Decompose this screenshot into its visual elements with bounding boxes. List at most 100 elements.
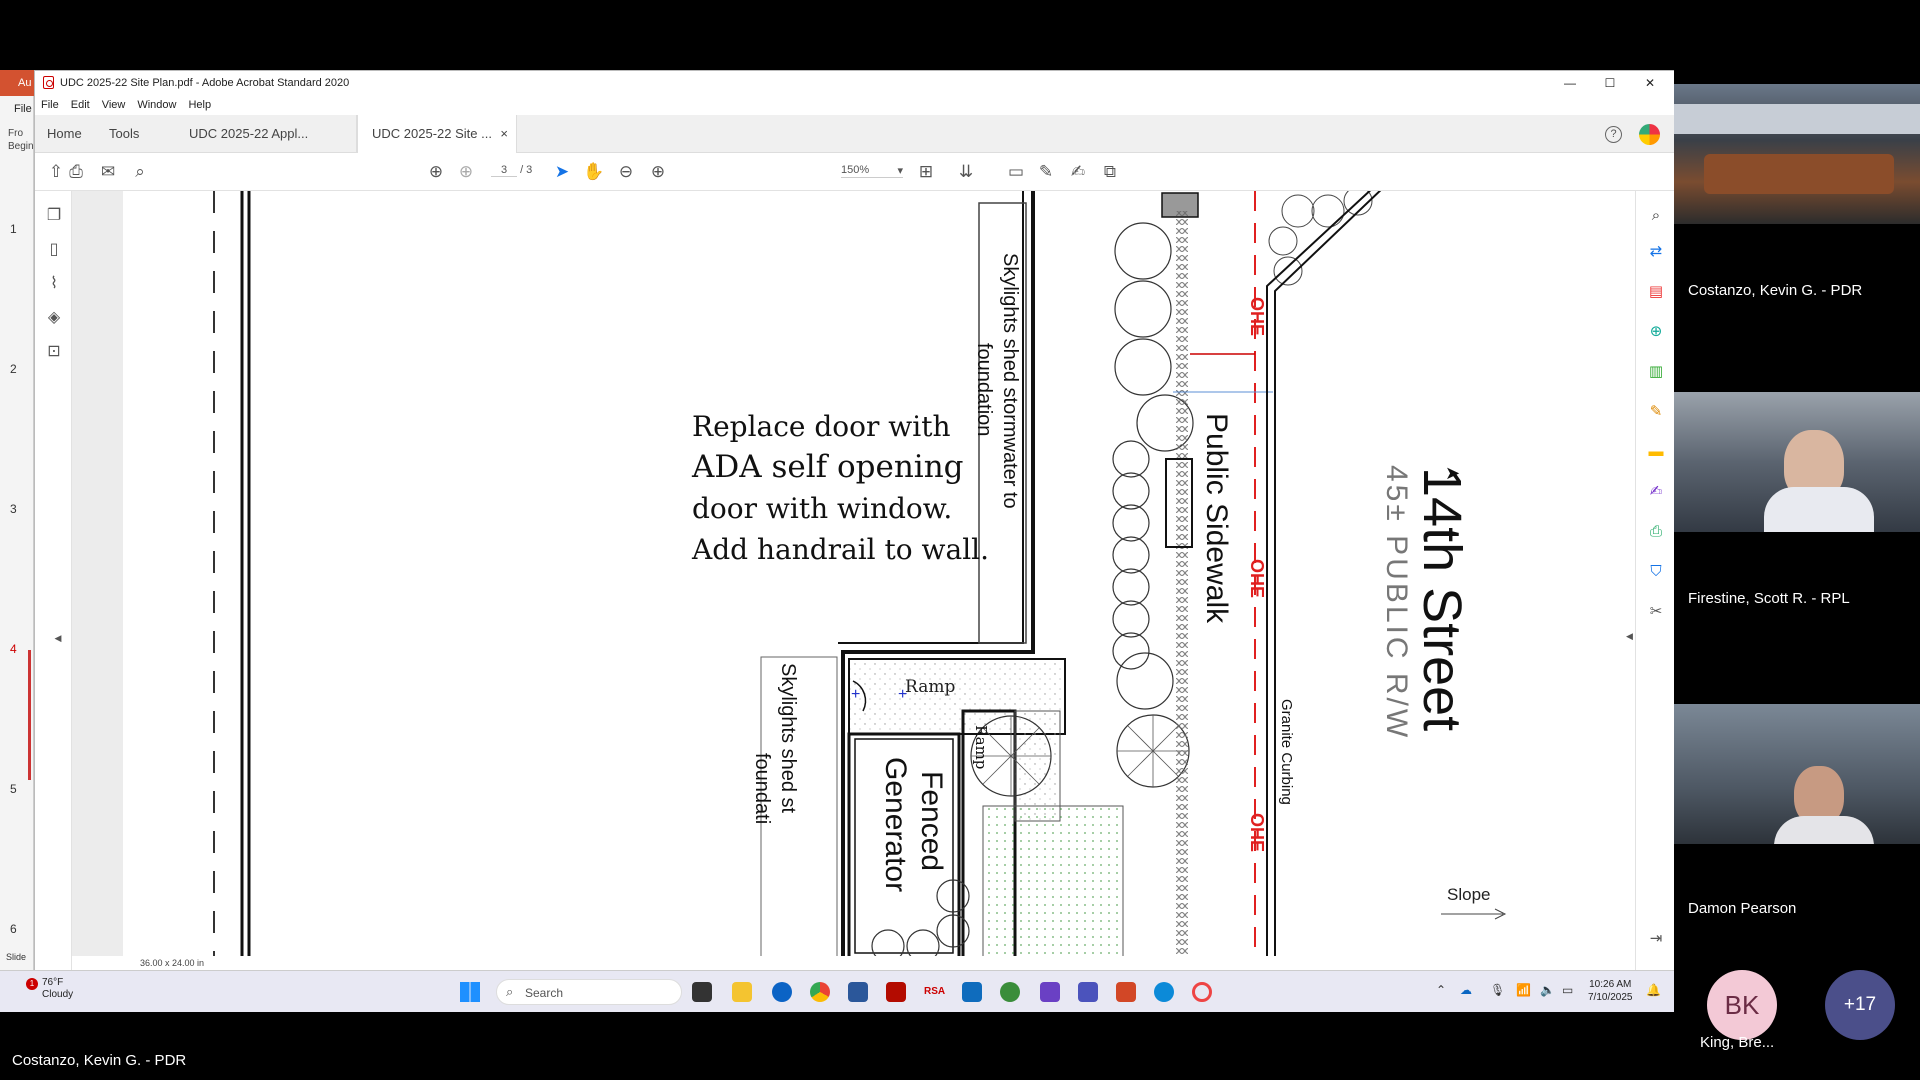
- participant-avatar[interactable]: BK: [1707, 970, 1777, 1040]
- sign-icon[interactable]: ✍: [1067, 161, 1089, 183]
- tab-document-application[interactable]: UDC 2025-22 Appl...: [175, 115, 357, 153]
- chrome-icon[interactable]: [810, 982, 830, 1002]
- system-clock[interactable]: 10:26 AM 7/10/2025: [1588, 978, 1633, 1004]
- hand-tool-icon[interactable]: ✋: [583, 161, 605, 183]
- tab-home[interactable]: Home: [47, 115, 82, 153]
- print-icon[interactable]: ⎙: [65, 161, 87, 183]
- slide-number[interactable]: 4: [10, 642, 17, 656]
- expand-pane-icon[interactable]: ⇥: [1645, 928, 1667, 950]
- label-granite-curbing: Granite Curbing: [1278, 699, 1295, 805]
- file-explorer-icon[interactable]: [732, 982, 752, 1002]
- participant-video[interactable]: [1674, 704, 1920, 844]
- more-participants-button[interactable]: +17: [1825, 970, 1895, 1040]
- participant-video[interactable]: [1674, 84, 1920, 224]
- task-view-icon[interactable]: [692, 982, 712, 1002]
- zoom-in-icon[interactable]: ⊕: [647, 161, 669, 183]
- menu-edit[interactable]: Edit: [65, 95, 96, 111]
- word-icon[interactable]: [848, 982, 868, 1002]
- teams-icon[interactable]: [1078, 982, 1098, 1002]
- background-file-menu[interactable]: File: [14, 103, 32, 115]
- organize-pages-icon[interactable]: ▤: [1645, 281, 1667, 303]
- bookmark-icon[interactable]: ▯: [43, 239, 65, 261]
- export-pdf-icon[interactable]: ⇄: [1645, 241, 1667, 263]
- print-production-icon[interactable]: ⎙: [1645, 521, 1667, 543]
- edge-icon[interactable]: [1154, 982, 1174, 1002]
- app-icon[interactable]: [1040, 982, 1060, 1002]
- slide-number[interactable]: 1: [10, 222, 17, 236]
- background-status: Slide: [6, 952, 27, 962]
- powerpoint-icon[interactable]: [1116, 982, 1136, 1002]
- email-icon[interactable]: ✉: [97, 161, 119, 183]
- collapse-right-icon[interactable]: ◀: [1626, 631, 1633, 642]
- app-icon[interactable]: [772, 982, 792, 1002]
- security-icon[interactable]: ⊡: [43, 341, 65, 363]
- label-slope: Slope: [1447, 885, 1491, 904]
- comment-tool-icon[interactable]: ▬: [1645, 441, 1667, 463]
- menu-window[interactable]: Window: [131, 95, 182, 111]
- app-icon[interactable]: [1192, 982, 1212, 1002]
- tab-document-site-plan[interactable]: UDC 2025-22 Site ... ×: [357, 115, 517, 154]
- minimize-button[interactable]: —: [1555, 74, 1585, 92]
- close-window-button[interactable]: ✕: [1635, 74, 1665, 92]
- collapse-left-icon[interactable]: ◀: [47, 633, 69, 655]
- document-canvas[interactable]: + + Replace door with ADA self opening do…: [72, 191, 1635, 961]
- upload-cloud-icon[interactable]: ⇧: [45, 161, 67, 183]
- close-tab-icon[interactable]: ×: [500, 115, 508, 153]
- comment-icon[interactable]: ▭: [1005, 161, 1027, 183]
- search-placeholder: Search: [525, 986, 564, 1000]
- menu-help[interactable]: Help: [182, 95, 217, 111]
- fit-page-icon[interactable]: ⊞: [915, 161, 937, 183]
- tab-tools[interactable]: Tools: [109, 115, 139, 153]
- highlight-pen-icon[interactable]: ✎: [1035, 161, 1057, 183]
- wifi-icon[interactable]: 📶: [1516, 983, 1531, 997]
- fill-sign-icon[interactable]: ⧉: [1099, 161, 1121, 183]
- more-tools-icon[interactable]: ✂: [1645, 601, 1667, 623]
- slide-number[interactable]: 2: [10, 362, 17, 376]
- weather-widget[interactable]: 76°F Cloudy: [42, 977, 73, 1001]
- app-icon[interactable]: [1000, 982, 1020, 1002]
- volume-icon[interactable]: 🔈: [1540, 983, 1555, 997]
- edit-pdf-icon[interactable]: ✎: [1645, 401, 1667, 423]
- tray-chevron-icon[interactable]: ⌃: [1436, 983, 1446, 997]
- outlook-icon[interactable]: [962, 982, 982, 1002]
- next-page-icon[interactable]: ⊕: [455, 161, 477, 183]
- page-number-input[interactable]: 3: [491, 164, 517, 177]
- taskbar-search[interactable]: ⌕ Search: [496, 979, 682, 1005]
- maximize-button[interactable]: ☐: [1595, 74, 1625, 92]
- menu-view[interactable]: View: [96, 95, 132, 111]
- attachment-icon[interactable]: ⌇: [43, 273, 65, 295]
- clock-date: 7/10/2025: [1588, 992, 1633, 1003]
- page-thumbnails-icon[interactable]: ❐: [43, 205, 65, 227]
- notification-icon[interactable]: 🔔: [1646, 983, 1661, 997]
- background-app-tab[interactable]: Au: [0, 70, 34, 96]
- slide-number[interactable]: 6: [10, 922, 17, 936]
- label-street-name: 14th Street: [1412, 467, 1472, 732]
- account-icon[interactable]: [1639, 124, 1660, 145]
- combine-files-icon[interactable]: ▥: [1645, 361, 1667, 383]
- acrobat-icon[interactable]: [886, 982, 906, 1002]
- pdf-icon: [43, 76, 54, 89]
- zoom-out-icon[interactable]: ⊖: [615, 161, 637, 183]
- previous-page-icon[interactable]: ⊕: [425, 161, 447, 183]
- rsa-icon[interactable]: RSA: [924, 982, 945, 1002]
- menu-file[interactable]: File: [35, 95, 65, 111]
- select-cursor-icon[interactable]: ➤: [551, 161, 573, 183]
- fill-and-sign-icon[interactable]: ✍: [1645, 481, 1667, 503]
- create-pdf-icon[interactable]: ⊕: [1645, 321, 1667, 343]
- windows-start-icon[interactable]: [460, 982, 480, 1002]
- search-zoom-icon[interactable]: ⌕: [1645, 205, 1667, 227]
- participant-video[interactable]: [1674, 392, 1920, 532]
- microphone-icon[interactable]: 🎙: [1490, 983, 1505, 997]
- scroll-mode-icon[interactable]: ⇊: [955, 161, 977, 183]
- battery-icon[interactable]: ▭: [1562, 983, 1573, 997]
- layers-icon[interactable]: ◈: [43, 307, 65, 329]
- slide-number[interactable]: 3: [10, 502, 17, 516]
- help-icon[interactable]: ?: [1605, 126, 1622, 143]
- protect-icon[interactable]: ⛉: [1645, 561, 1667, 583]
- onedrive-icon[interactable]: ☁: [1460, 983, 1472, 997]
- label-ohe: OHE: [1247, 559, 1267, 599]
- tab-document-label: UDC 2025-22 Site ...: [372, 126, 492, 141]
- zoom-search-icon[interactable]: ⌕: [129, 161, 151, 183]
- slide-number[interactable]: 5: [10, 782, 17, 796]
- zoom-level-dropdown[interactable]: 150% ▾: [841, 164, 903, 178]
